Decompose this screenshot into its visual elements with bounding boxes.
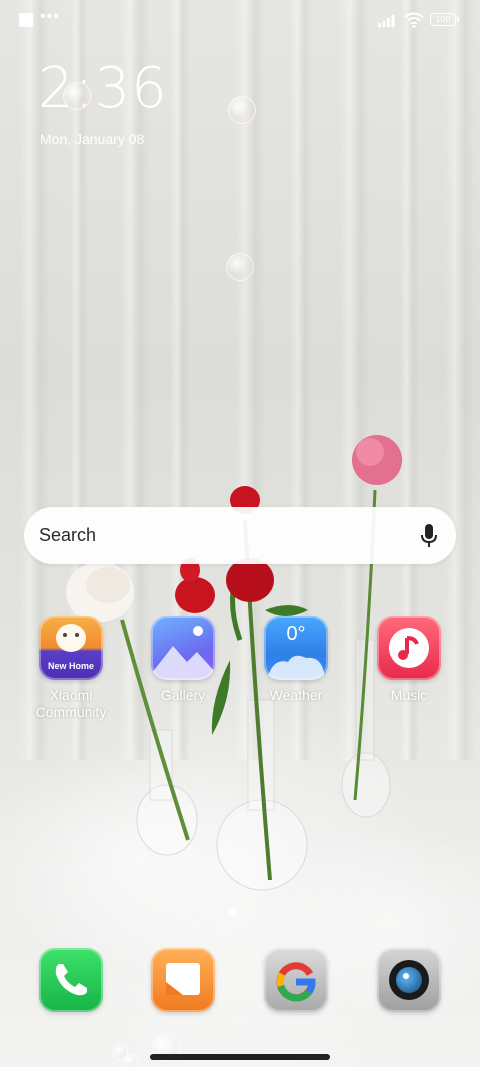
messages-icon <box>151 948 215 1012</box>
home-gesture-bar[interactable] <box>150 1054 330 1060</box>
app-weather[interactable]: 0° Weather <box>246 616 346 704</box>
app-gallery[interactable]: Gallery <box>133 616 233 704</box>
bubble-decoration <box>63 82 91 110</box>
dock-google[interactable] <box>246 948 346 1012</box>
google-icon <box>264 948 328 1012</box>
clock-date: Mon, January 08 <box>40 131 145 147</box>
notification-icon <box>19 13 33 27</box>
app-label: Music <box>390 687 428 703</box>
app-label: Xiaomi Community <box>35 687 107 720</box>
page-indicator <box>229 909 236 916</box>
bubble-decoration <box>124 1054 138 1068</box>
phone-icon <box>39 948 103 1012</box>
dock-messages[interactable] <box>133 948 233 1012</box>
dock-camera[interactable] <box>359 948 459 1012</box>
clock-time: 2:36 <box>38 56 168 121</box>
app-label: Gallery <box>160 687 206 703</box>
app-music[interactable]: Music <box>359 616 459 704</box>
xiaomi-community-icon: New Home <box>39 616 103 680</box>
more-notifications-icon: ••• <box>40 8 60 25</box>
app-label: Weather <box>269 687 323 703</box>
music-icon <box>377 616 441 680</box>
gallery-icon <box>151 616 215 680</box>
battery-icon: 100 <box>430 13 459 26</box>
search-bar[interactable]: Search <box>24 507 456 564</box>
camera-icon <box>377 948 441 1012</box>
signal-icon <box>378 15 395 27</box>
wifi-icon <box>404 12 424 28</box>
bubble-decoration <box>226 253 254 281</box>
microphone-icon[interactable] <box>420 523 438 549</box>
app-xiaomi-community[interactable]: New Home Xiaomi Community <box>21 616 121 721</box>
new-home-badge: New Home <box>47 661 94 671</box>
bubble-decoration <box>228 96 256 124</box>
search-placeholder: Search <box>39 525 97 545</box>
weather-icon: 0° <box>264 616 328 680</box>
status-bar: ••• 100 <box>0 0 480 40</box>
dock-phone[interactable] <box>21 948 121 1012</box>
